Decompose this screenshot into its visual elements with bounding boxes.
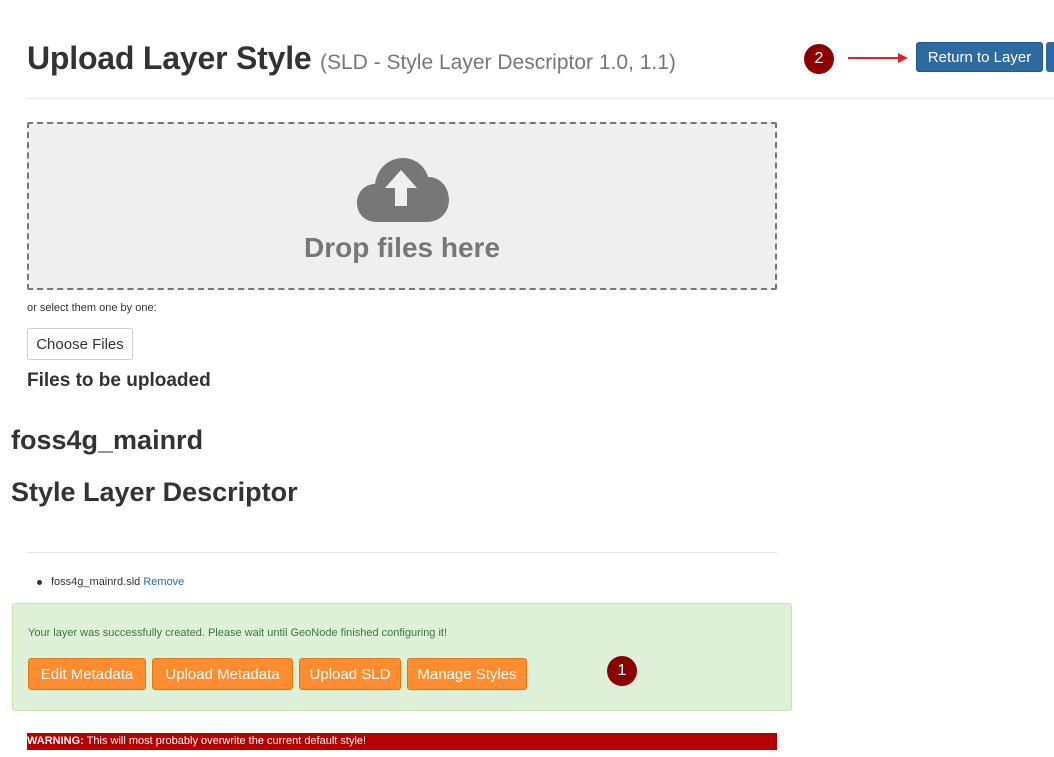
remove-file-link[interactable]: Remove <box>143 576 184 588</box>
red-arrow-icon <box>848 53 908 63</box>
bullet-icon <box>37 579 42 585</box>
list-item: foss4g_mainrd.sld Remove <box>37 576 184 588</box>
success-message: Your layer was successfully created. Ple… <box>28 627 448 639</box>
annotation-marker-1: 1 <box>607 656 637 686</box>
file-dropzone[interactable]: Drop files here <box>27 122 777 290</box>
edit-metadata-button[interactable]: Edit Metadata <box>28 658 146 690</box>
success-alert: Your layer was successfully created. Ple… <box>12 603 792 711</box>
title-main: Upload Layer Style <box>27 40 312 76</box>
dropzone-label: Drop files here <box>303 232 501 263</box>
files-to-upload-heading: Files to be uploaded <box>27 370 211 391</box>
layer-name-heading: foss4g_mainrd <box>11 425 204 455</box>
upload-sld-button[interactable]: Upload SLD <box>299 658 401 690</box>
manage-styles-button[interactable]: Manage Styles <box>407 658 527 690</box>
header-divider <box>27 98 1054 99</box>
section-divider <box>27 552 777 553</box>
next-button-edge[interactable] <box>1046 42 1054 72</box>
choose-files-button[interactable]: Choose Files <box>27 328 133 360</box>
return-to-layer-button[interactable]: Return to Layer <box>916 42 1043 72</box>
file-name: foss4g_mainrd.sld <box>51 576 141 588</box>
warning-text: This will most probably overwrite the cu… <box>83 735 367 747</box>
upload-metadata-button[interactable]: Upload Metadata <box>152 658 293 690</box>
overwrite-warning: WARNING: This will most probably overwri… <box>27 733 777 750</box>
title-subtitle: (SLD - Style Layer Descriptor 1.0, 1.1) <box>319 51 676 74</box>
annotation-marker-2: 2 <box>804 44 834 74</box>
upload-style-page: Upload Layer Style (SLD - Style Layer De… <box>0 0 1054 757</box>
select-files-hint: or select them one by one: <box>27 302 157 314</box>
warning-label: WARNING: <box>27 735 84 747</box>
sld-heading: Style Layer Descriptor <box>11 477 298 507</box>
page-title: Upload Layer Style (SLD - Style Layer De… <box>27 40 676 77</box>
cloud-upload-icon <box>357 158 449 222</box>
